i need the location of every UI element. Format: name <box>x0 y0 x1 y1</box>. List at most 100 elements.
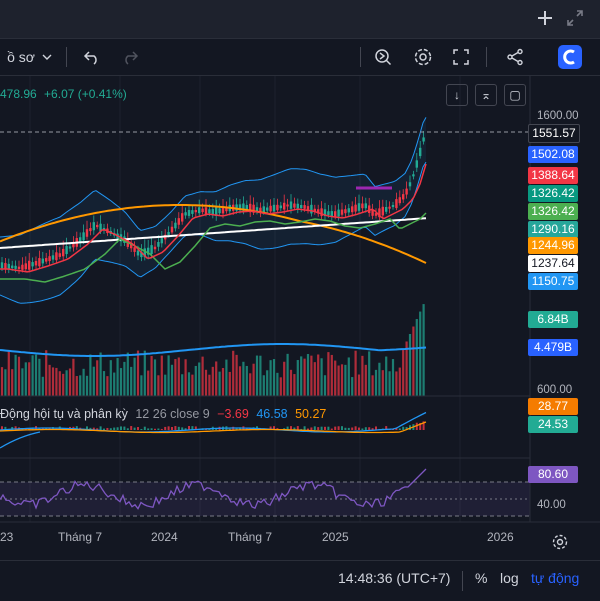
macd-histogram-bar <box>171 426 173 430</box>
gear-icon[interactable] <box>410 39 436 75</box>
macd-title: Động hội tụ và phân kỳ <box>0 407 128 421</box>
volume-bar <box>7 351 10 396</box>
volume-bar <box>68 368 72 396</box>
candle-body <box>38 258 41 267</box>
volume-bar <box>51 367 55 396</box>
volume-bar <box>164 374 167 396</box>
candle-body <box>351 206 354 213</box>
candle-body <box>24 263 27 270</box>
volume-bar <box>184 359 187 396</box>
volume-bar <box>218 371 221 396</box>
volume-bar <box>272 359 276 396</box>
candle-body <box>381 206 384 216</box>
price-badge: 1326.42 <box>528 185 578 202</box>
redo-icon[interactable] <box>118 39 142 75</box>
volume-bar <box>422 304 425 396</box>
price-badge: 6.84B <box>528 311 578 328</box>
volume-bar <box>408 334 412 396</box>
price-badge: 1237.64 <box>528 255 578 272</box>
volume-bar <box>96 360 99 396</box>
candle-body <box>17 266 21 270</box>
candle-body <box>41 258 44 264</box>
auto-toggle[interactable]: tự động <box>531 570 579 586</box>
macd-histogram-bar <box>126 428 129 430</box>
percent-toggle[interactable]: % <box>475 570 487 586</box>
volume-bar <box>119 368 123 396</box>
candle-body <box>187 209 191 216</box>
candle-body <box>391 204 395 208</box>
log-toggle[interactable]: log <box>500 570 519 586</box>
axis-settings-icon[interactable] <box>551 533 569 551</box>
candle-body <box>133 247 136 252</box>
volume-bar <box>21 368 24 396</box>
candle-body <box>337 209 340 217</box>
macd-histogram-bar <box>334 426 337 430</box>
volume-bar <box>286 353 289 396</box>
macd-histogram-bar <box>313 426 316 430</box>
volume-bar <box>354 350 357 396</box>
price-change: +6.07 (+0.41%) <box>44 87 127 101</box>
volume-bar <box>385 356 388 396</box>
maximize-pane-button[interactable]: ▢ <box>504 84 526 106</box>
app-logo-icon[interactable] <box>556 39 584 75</box>
volume-bar <box>252 363 255 396</box>
volume-bar <box>14 354 17 396</box>
macd-histogram-bar <box>137 427 139 430</box>
bottom-bar: 14:48:36 (UTC+7) % log tự động <box>0 560 600 601</box>
candle-body <box>286 204 289 207</box>
volume-bar <box>317 354 320 396</box>
quick-search-icon[interactable] <box>370 39 396 75</box>
price-badge: 1502.08 <box>528 146 578 163</box>
macd-histogram-bar <box>317 427 320 430</box>
collapse-button[interactable]: ⌅ <box>475 84 497 106</box>
macd-histogram-bar <box>347 427 350 430</box>
price-legend: 478.96 +6.07 (+0.41%) <box>0 87 127 101</box>
candle-body <box>58 253 61 257</box>
price-badge: 1388.64 <box>528 167 578 184</box>
macd-histogram-bar <box>130 426 133 430</box>
macd-value-2: 46.58 <box>256 407 288 421</box>
share-icon[interactable] <box>502 39 528 75</box>
candle-body <box>385 207 388 212</box>
volume-bar <box>303 358 306 396</box>
time-tick: 23 <box>0 530 14 544</box>
price-chart[interactable] <box>0 76 600 560</box>
volume-bar <box>82 368 85 396</box>
chart-type-dropdown[interactable]: ồ sơ <box>0 39 60 75</box>
volume-bar <box>11 369 14 396</box>
candle-body <box>21 264 24 270</box>
expand-icon[interactable] <box>566 9 584 27</box>
volume-bar <box>72 358 75 396</box>
chart-type-label: ồ sơ <box>7 49 35 65</box>
volume-bar <box>293 374 296 396</box>
candle-body <box>419 147 422 157</box>
candle-body <box>422 137 425 142</box>
volume-bar <box>28 362 31 396</box>
volume-bar <box>334 360 337 396</box>
volume-bar <box>136 350 140 396</box>
candle-body <box>82 232 85 241</box>
volume-bar <box>147 370 150 396</box>
price-badge: 28.77 <box>528 398 578 415</box>
macd-histogram-bar <box>181 427 184 430</box>
volume-bar <box>374 369 378 396</box>
macd-histogram-bar <box>109 428 112 430</box>
price-badge: 1326.42 <box>528 203 578 220</box>
volume-bar <box>167 355 170 396</box>
candle-body <box>272 204 276 212</box>
macd-histogram-bar <box>174 426 177 430</box>
macd-histogram-bar <box>320 426 323 430</box>
macd-histogram-bar <box>307 428 309 430</box>
volume-bar <box>41 376 44 396</box>
macd-histogram-bar <box>177 426 180 430</box>
arrow-down-button[interactable]: ↓ <box>446 84 468 106</box>
undo-icon[interactable] <box>80 39 104 75</box>
volume-bar <box>313 362 316 396</box>
plus-icon[interactable] <box>536 9 554 27</box>
candle-body <box>0 262 4 269</box>
volume-bar <box>211 366 214 396</box>
volume-bar <box>174 359 177 396</box>
volume-bar <box>123 361 126 396</box>
fullscreen-icon[interactable] <box>448 39 474 75</box>
volume-bar <box>371 375 374 396</box>
